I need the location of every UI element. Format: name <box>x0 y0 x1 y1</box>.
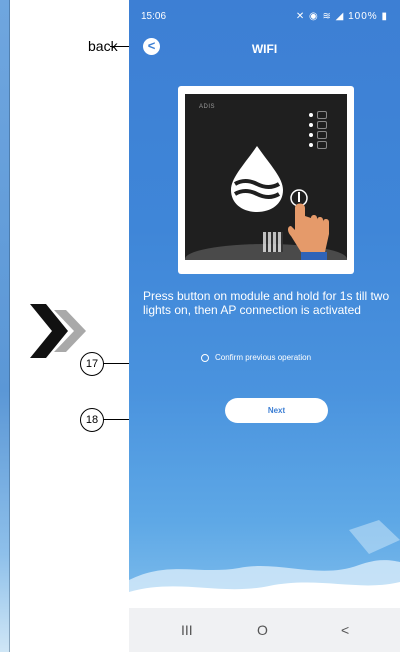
home-button[interactable]: O <box>257 622 268 638</box>
hand-pointer-icon <box>288 189 329 260</box>
double-chevron-icon <box>30 304 86 358</box>
battery-icon: ▮ <box>381 11 388 22</box>
device-illustration: ADIS <box>178 86 354 274</box>
confirm-previous-operation[interactable]: Confirm previous operation <box>201 353 311 362</box>
instruction-text: Press button on module and hold for 1s t… <box>143 289 390 317</box>
status-icons: ✕ ◉ ≋ ◢ 100% ▮ <box>296 11 388 22</box>
annotation-callout-17: 17 <box>80 352 104 376</box>
led-indicators <box>309 110 329 150</box>
water-drop-icon <box>231 146 283 212</box>
decorative-waves <box>129 520 400 610</box>
confirm-label: Confirm previous operation <box>215 353 312 362</box>
android-nav-bar: III O < <box>129 608 400 652</box>
status-bar: 15:06 ✕ ◉ ≋ ◢ 100% ▮ <box>129 0 400 26</box>
battery-level: 100% <box>348 11 378 22</box>
qr-code <box>263 232 283 252</box>
confirm-radio[interactable] <box>201 353 209 362</box>
phone-screen: 15:06 ✕ ◉ ≋ ◢ 100% ▮ < WIFI ADIS Press b… <box>129 0 400 652</box>
signal-icon: ✕ ◉ ≋ ◢ <box>295 11 345 22</box>
next-button[interactable]: Next <box>225 398 328 423</box>
recents-button[interactable]: III <box>181 622 193 638</box>
status-time: 15:06 <box>141 11 167 22</box>
device-brand-label: ADIS <box>199 104 216 110</box>
module-device-image: ADIS <box>185 94 347 260</box>
page-title: WIFI <box>251 42 278 56</box>
nav-back-button[interactable]: < <box>341 622 349 638</box>
previous-screen-strip <box>0 0 10 652</box>
annotation-callout-18: 18 <box>80 408 104 432</box>
